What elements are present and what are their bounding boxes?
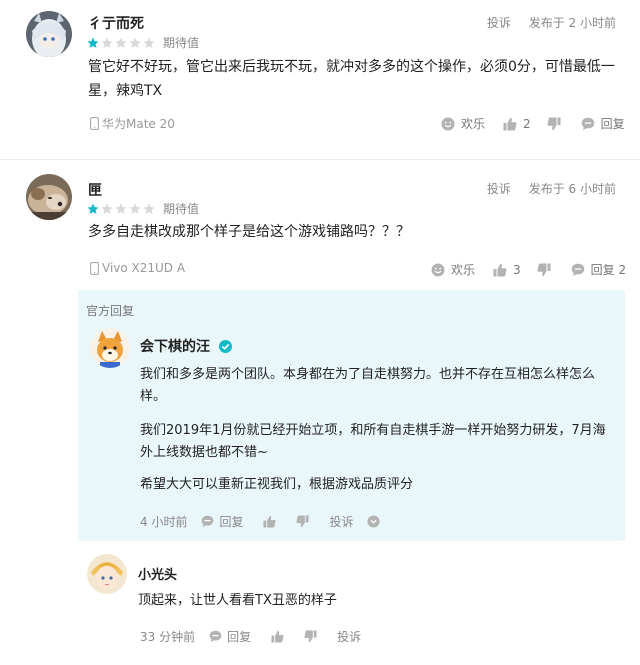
- like-button[interactable]: 2: [503, 117, 531, 131]
- official-avatar[interactable]: [90, 328, 130, 368]
- review-actions: 欢乐 2 回复: [441, 115, 625, 132]
- post-time: 发布于 6 小时前: [528, 182, 616, 196]
- reply-user-avatar[interactable]: [87, 554, 127, 594]
- star-empty-icon: [101, 203, 113, 215]
- comment-icon: [209, 630, 222, 643]
- star-empty-icon: [115, 203, 127, 215]
- device-info: 华为Mate 20: [90, 115, 175, 132]
- anime-boy-avatar-icon: [87, 554, 127, 594]
- dislike-button[interactable]: [537, 263, 557, 277]
- smile-icon: [431, 263, 445, 276]
- happy-button[interactable]: 欢乐: [441, 115, 485, 132]
- official-reply-box: 官方回复 会下棋的汪 我们和多多是两个团队。本身都在为了自走棋努力。也并不存在互…: [78, 290, 625, 541]
- star-rating: 期待值: [87, 200, 199, 217]
- review-meta: 投诉 发布于 2 小时前: [473, 14, 616, 31]
- thumbs-up-icon: [271, 630, 284, 643]
- reply-body: 顶起来，让世人看看TX丑恶的样子: [138, 593, 337, 608]
- reply-username[interactable]: 小光头: [138, 564, 177, 583]
- thumbs-down-icon: [304, 630, 317, 643]
- review-body: 多多自走棋改成那个样子是给这个游戏铺路吗？？？: [88, 224, 410, 240]
- device-name: 华为Mate 20: [102, 117, 175, 131]
- shiba-dog-avatar-icon: [90, 328, 130, 368]
- happy-label: 欢乐: [461, 117, 486, 131]
- reply-count-label: 回复 2: [590, 263, 627, 277]
- reply-label: 回复: [600, 117, 625, 131]
- smile-icon: [441, 117, 455, 130]
- reply-reply-label: 回复: [227, 630, 252, 644]
- reply-actions: 33 分钟前 回复 投诉: [140, 628, 375, 645]
- official-report-link[interactable]: 投诉: [329, 513, 353, 530]
- star-empty-icon: [129, 37, 141, 49]
- like-count: 3: [513, 262, 521, 277]
- rating-label: 期待值: [163, 36, 200, 50]
- username[interactable]: 匣: [88, 180, 102, 200]
- happy-label: 欢乐: [451, 263, 476, 277]
- official-paragraph-3: 希望大大可以重新正视我们，根据游戏品质评分: [140, 477, 414, 492]
- expand-button[interactable]: [367, 515, 381, 528]
- happy-button[interactable]: 欢乐: [431, 261, 475, 278]
- star-empty-icon: [143, 37, 155, 49]
- star-rating: 期待值: [87, 34, 199, 51]
- username[interactable]: 彳亍而死: [88, 13, 144, 33]
- thumbs-up-icon: [493, 263, 507, 276]
- post-time: 发布于 2 小时前: [528, 16, 616, 30]
- thumbs-down-icon: [547, 117, 561, 130]
- star-filled-icon: [87, 203, 99, 215]
- official-like-button[interactable]: [263, 515, 276, 528]
- review-actions: 欢乐 3 回复 2: [431, 261, 626, 278]
- like-count: 2: [523, 116, 531, 131]
- report-link[interactable]: 投诉: [487, 182, 511, 196]
- review-divider: [0, 159, 640, 160]
- dislike-button[interactable]: [547, 117, 567, 131]
- official-reply-label: 回复: [219, 515, 244, 529]
- star-empty-icon: [101, 37, 113, 49]
- star-filled-icon: [87, 37, 99, 49]
- official-time: 4 小时前: [140, 515, 188, 529]
- official-actions: 4 小时前 回复 投诉: [140, 513, 394, 530]
- reply-button[interactable]: 回复: [581, 115, 625, 132]
- verified-badge-icon: [218, 340, 232, 353]
- star-empty-icon: [129, 203, 141, 215]
- phone-icon: [90, 117, 99, 130]
- reply-report-link[interactable]: 投诉: [337, 628, 361, 645]
- official-reply-title: 官方回复: [86, 304, 135, 318]
- official-name[interactable]: 会下棋的汪: [140, 339, 210, 355]
- user-avatar[interactable]: [26, 174, 72, 220]
- like-button[interactable]: 3: [493, 263, 521, 277]
- reply-reply-button[interactable]: 回复: [209, 628, 251, 645]
- anime-girl-avatar-icon: [26, 11, 72, 57]
- official-name-row: 会下棋的汪: [140, 336, 232, 356]
- dog-photo-avatar-icon: [26, 174, 72, 220]
- comment-icon: [202, 515, 214, 528]
- reply-time: 33 分钟前: [140, 630, 196, 644]
- review-body: 管它好不好玩，管它出来后我玩不玩，就冲对多多的这个操作，必须0分，可惜最低一星，…: [88, 59, 615, 99]
- thumbs-up-icon: [503, 117, 517, 130]
- official-dislike-button[interactable]: [296, 515, 310, 528]
- review-meta: 投诉 发布于 6 小时前: [473, 180, 616, 197]
- reply-dislike-button[interactable]: [304, 630, 317, 643]
- star-empty-icon: [143, 203, 155, 215]
- reply-button[interactable]: 回复 2: [571, 261, 626, 278]
- comment-icon: [571, 263, 584, 276]
- phone-icon: [90, 261, 99, 275]
- comment-icon: [581, 117, 594, 130]
- chevron-down-icon: [367, 515, 381, 528]
- thumbs-up-icon: [263, 515, 276, 528]
- rating-label: 期待值: [163, 202, 200, 216]
- official-paragraph-1: 我们和多多是两个团队。本身都在为了自走棋努力。也并不存在互相怎么样怎么样。: [140, 367, 596, 404]
- report-link[interactable]: 投诉: [487, 16, 511, 30]
- device-info: Vivo X21UD A: [90, 261, 185, 275]
- thumbs-down-icon: [296, 515, 310, 528]
- user-avatar[interactable]: [26, 11, 72, 57]
- reply-like-button[interactable]: [271, 630, 284, 643]
- official-paragraph-2: 我们2019年1月份就已经开始立项，和所有自走棋手游一样开始努力研发，7月海外上…: [140, 423, 606, 460]
- device-name: Vivo X21UD A: [102, 261, 186, 275]
- thumbs-down-icon: [537, 263, 551, 276]
- official-reply-button[interactable]: 回复: [201, 513, 243, 530]
- star-empty-icon: [115, 37, 127, 49]
